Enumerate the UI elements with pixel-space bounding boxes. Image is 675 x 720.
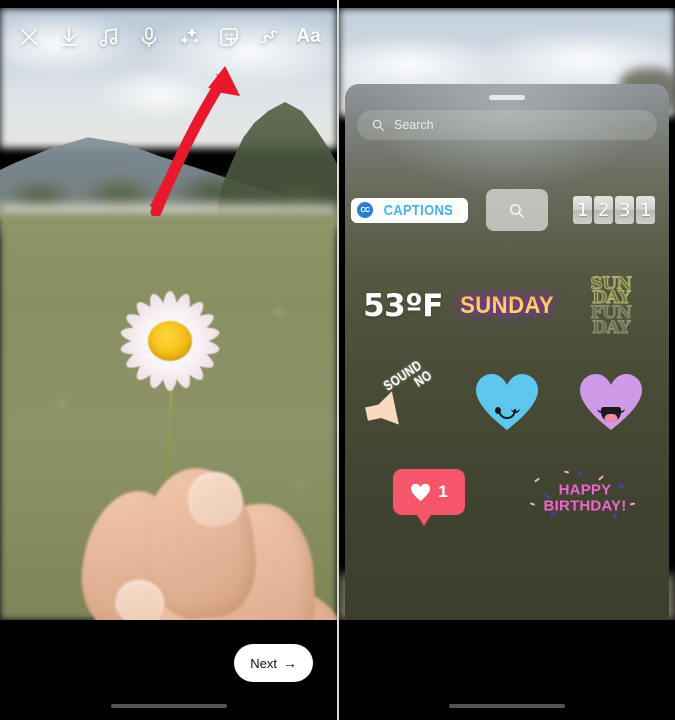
- screenshot-root: Aa Next → Search CC CAPTIONS 1 2 3 1 53º…: [0, 0, 675, 720]
- flower-center: [148, 321, 192, 361]
- temperature-label: 53ºF: [363, 288, 443, 324]
- captions-label: CAPTIONS: [383, 201, 454, 219]
- draw-squiggle-icon[interactable]: [256, 24, 282, 50]
- blue-heart-sticker[interactable]: [455, 373, 559, 431]
- sticker-tray-panel: Search CC CAPTIONS 1 2 3 1 53ºF SUNDAY S…: [339, 0, 675, 720]
- sticker-row: CC CAPTIONS 1 2 3 1: [345, 162, 669, 258]
- purple-heart-sticker[interactable]: [559, 373, 663, 431]
- birthday-label: HAPPY BIRTHDAY!: [544, 482, 627, 513]
- sound-on-sticker[interactable]: SOUND ON: [351, 357, 455, 435]
- daisy-flower: [104, 286, 236, 396]
- sticker-row: 53ºF SUNDAY SUN DAY FUN DAY: [345, 258, 669, 354]
- like-count: 1: [438, 482, 448, 501]
- search-icon: [372, 119, 384, 131]
- search-icon: [510, 203, 524, 218]
- story-photo[interactable]: [0, 8, 337, 620]
- sfd-line: DAY: [592, 317, 631, 338]
- story-toolbar: Aa: [0, 8, 337, 66]
- search-input[interactable]: Search: [357, 110, 657, 140]
- download-icon[interactable]: [56, 24, 82, 50]
- temperature-sticker[interactable]: 53ºF: [351, 288, 455, 324]
- birthday-line1: HAPPY: [558, 481, 612, 499]
- home-indicator-right[interactable]: [449, 704, 565, 708]
- microphone-icon[interactable]: [136, 24, 162, 50]
- countdown-digit: 1: [573, 196, 593, 224]
- close-icon[interactable]: [16, 24, 42, 50]
- story-editor-panel: Aa Next →: [0, 0, 337, 720]
- sticker-row: SOUND ON: [345, 354, 669, 450]
- hand-holding-flower: [60, 460, 337, 620]
- sheet-drag-handle[interactable]: [489, 95, 525, 100]
- countdown-digit: 1: [636, 196, 656, 224]
- weekday-sticker[interactable]: SUNDAY: [455, 292, 559, 320]
- countdown-digit: 3: [615, 196, 635, 224]
- happy-birthday-sticker[interactable]: HAPPY BIRTHDAY!: [507, 469, 663, 527]
- sunday-fun-day-sticker[interactable]: SUN DAY FUN DAY: [559, 275, 663, 338]
- status-bar-black: [0, 0, 337, 8]
- sticker-icon[interactable]: [216, 24, 242, 50]
- search-sticker[interactable]: [468, 189, 566, 231]
- like-bubble-sticker[interactable]: 1: [351, 469, 507, 527]
- countdown-digit: 2: [594, 196, 614, 224]
- captions-sticker[interactable]: CC CAPTIONS: [351, 197, 468, 223]
- music-note-icon[interactable]: [96, 24, 122, 50]
- birthday-line2: BIRTHDAY!: [543, 497, 627, 514]
- search-placeholder: Search: [394, 118, 434, 132]
- sticker-row: 1 HAPPY BIRTHDAY!: [345, 450, 669, 546]
- arrow-right-icon: →: [283, 655, 297, 671]
- cc-badge-icon: CC: [357, 202, 373, 218]
- sticker-sheet: Search CC CAPTIONS 1 2 3 1 53ºF SUNDAY S…: [345, 84, 669, 620]
- text-aa-icon[interactable]: Aa: [296, 26, 321, 48]
- weekday-label: SUNDAY: [460, 292, 554, 319]
- next-button[interactable]: Next →: [234, 644, 313, 682]
- next-button-label: Next: [250, 655, 277, 671]
- status-bar-black-right: [339, 0, 675, 8]
- heart-icon-white: [411, 483, 431, 501]
- countdown-sticker[interactable]: 1 2 3 1: [565, 196, 663, 224]
- sticker-grid: CC CAPTIONS 1 2 3 1 53ºF SUNDAY SUN DAY …: [345, 162, 669, 546]
- sparkles-icon[interactable]: [176, 24, 202, 50]
- home-indicator[interactable]: [110, 704, 227, 708]
